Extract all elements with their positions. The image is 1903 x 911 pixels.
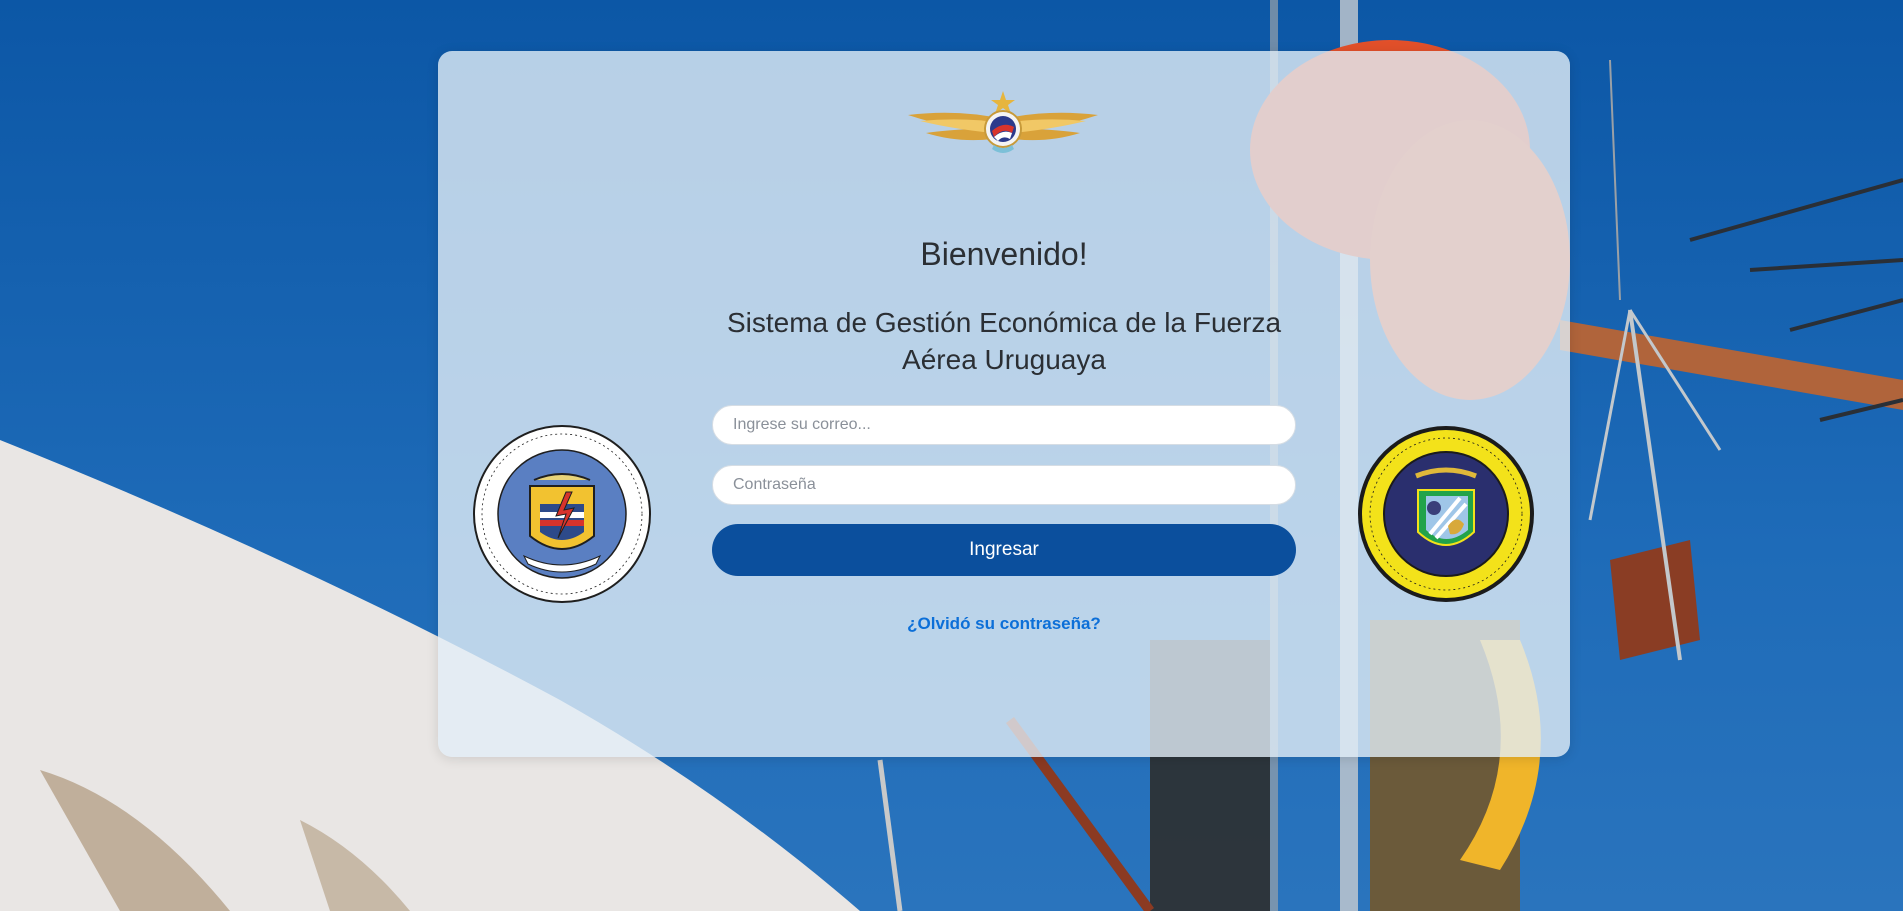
system-title-text: Sistema de Gestión Económica de la Fuerz… [726,307,1282,375]
login-button[interactable]: Ingresar [712,524,1296,576]
economia-finanzas-emblem [1358,426,1534,602]
comunicaciones-informatica-emblem [473,425,651,603]
email-field[interactable] [712,405,1296,445]
winged-insignia-icon [908,91,1098,153]
forgot-password-row: ¿Olvidó su contraseña? [438,614,1570,634]
system-title: Sistema de Gestión Económica de la Fuerz… [438,304,1570,378]
password-field[interactable] [712,465,1296,505]
forgot-password-link[interactable]: ¿Olvidó su contraseña? [907,614,1101,633]
welcome-heading: Bienvenido! [920,236,1088,272]
login-card: Bienvenido! Sistema de Gestión Económica… [438,51,1570,757]
